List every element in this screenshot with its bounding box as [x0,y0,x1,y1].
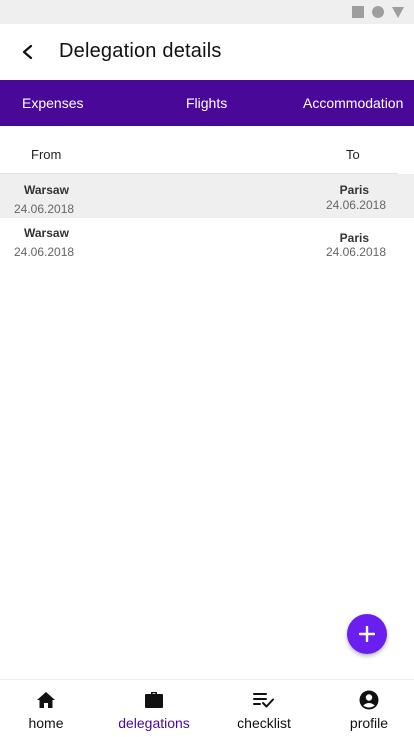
plus-icon [359,626,375,642]
to-date: 24.06.2018 [325,245,386,259]
bottom-navigation: home delegations checklist profile [0,679,414,737]
nav-checklist-label: checklist [237,715,291,731]
nav-home-label: home [28,715,64,731]
tab-flights[interactable]: Flights [186,80,227,126]
stop-icon [352,6,364,18]
page-title: Delegation details [59,40,222,62]
account-circle-icon [359,690,379,710]
home-icon [37,692,55,708]
checklist-icon [253,693,274,708]
tab-bar: Expenses Flights Accommodation [0,80,414,126]
nav-home[interactable]: home [20,680,72,737]
nav-profile-label: profile [349,715,389,731]
from-city: Warsaw [24,226,69,240]
flight-row[interactable]: Warsaw 24.06.2018 Paris 24.06.2018 [0,218,414,262]
app-bar: Delegation details [0,24,414,80]
status-icons [352,6,404,18]
tab-expenses[interactable]: Expenses [22,80,83,126]
back-button[interactable] [12,37,44,67]
flight-row[interactable]: Warsaw 24.06.2018 Paris 24.06.2018 [0,174,414,218]
tab-accommodation[interactable]: Accommodation [303,80,403,126]
add-flight-button[interactable] [347,614,387,654]
nav-profile[interactable]: profile [344,680,394,737]
briefcase-icon [145,692,163,708]
from-date: 24.06.2018 [14,245,75,259]
nav-checklist[interactable]: checklist [232,680,296,737]
table-header: From To [0,126,398,174]
to-date: 24.06.2018 [325,198,386,212]
signal-icon [392,6,404,18]
to-city: Paris [339,231,369,245]
from-date: 24.06.2018 [14,202,75,216]
from-city: Warsaw [24,183,69,197]
nav-delegations[interactable]: delegations [114,680,194,737]
to-city: Paris [339,183,369,197]
nav-delegations-label: delegations [118,715,190,731]
to-column-header: To [346,147,360,162]
circle-icon [372,6,384,18]
from-column-header: From [31,147,62,162]
status-bar [0,0,414,24]
arrow-back-icon [22,45,33,59]
